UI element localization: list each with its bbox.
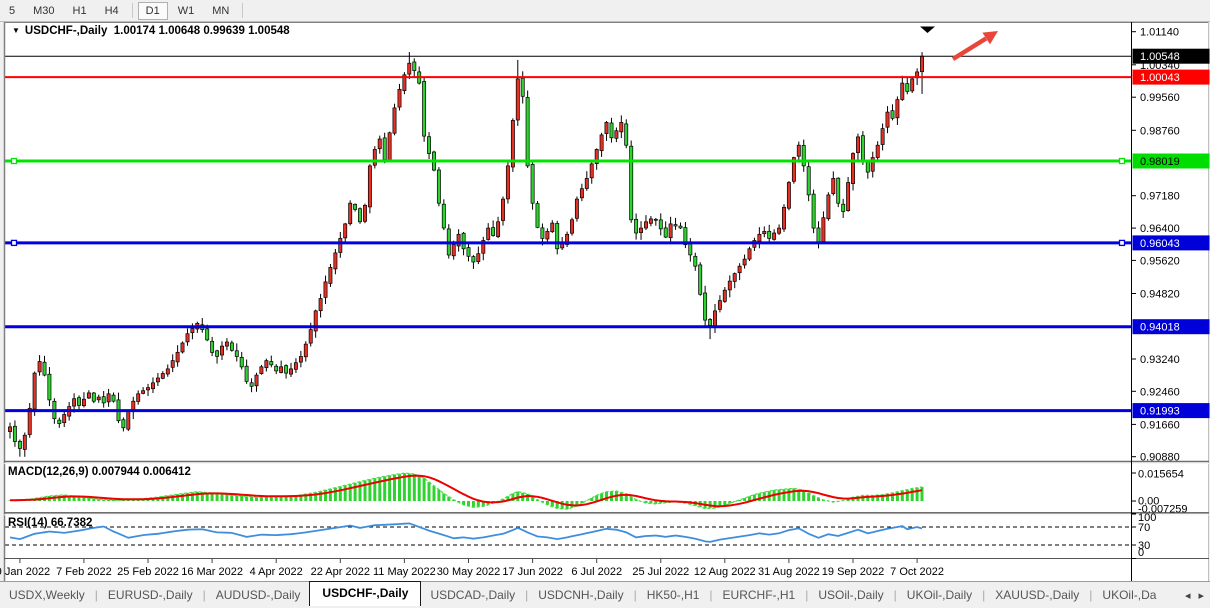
- chart-tab-bar: USDX,Weekly|EURUSD-,Daily|AUDUSD-,DailyU…: [0, 581, 1210, 608]
- chart-tab-usdx-weekly[interactable]: USDX,Weekly: [0, 585, 94, 605]
- svg-text:1.00548: 1.00548: [1140, 51, 1180, 63]
- toolbar-separator: [242, 3, 243, 18]
- svg-text:0.96400: 0.96400: [1140, 223, 1180, 235]
- svg-text:16 Mar 2022: 16 Mar 2022: [181, 566, 243, 578]
- svg-text:0.015654: 0.015654: [1138, 469, 1184, 481]
- svg-text:19 Sep 2022: 19 Sep 2022: [822, 566, 884, 578]
- svg-text:0.98760: 0.98760: [1140, 125, 1180, 137]
- svg-text:1.00043: 1.00043: [1140, 72, 1180, 84]
- timeframe-button-w1[interactable]: W1: [170, 2, 203, 20]
- chart-tab-usdcnh-daily[interactable]: USDCNH-,Daily: [529, 585, 632, 605]
- tabs-scroll-left-icon[interactable]: ◂: [1185, 589, 1191, 602]
- svg-text:0.92460: 0.92460: [1140, 386, 1180, 398]
- toolbar-separator: [132, 3, 133, 18]
- chart-tab-ukoil-da[interactable]: UKOil-,Da: [1093, 585, 1165, 605]
- timeframe-button-h4[interactable]: H4: [97, 2, 127, 20]
- ohlc-high: 1.00648: [159, 25, 201, 37]
- chart-tab-usdchf-daily[interactable]: USDCHF-,Daily: [309, 581, 421, 606]
- chart-tab-xauusd-daily[interactable]: XAUUSD-,Daily: [986, 585, 1088, 605]
- chart-tab-eurusd-daily[interactable]: EURUSD-,Daily: [99, 585, 202, 605]
- timeframe-button-m30[interactable]: M30: [25, 2, 62, 20]
- svg-text:0.93240: 0.93240: [1140, 354, 1180, 366]
- timeframe-button-mn[interactable]: MN: [204, 2, 237, 20]
- svg-text:0.95620: 0.95620: [1140, 255, 1180, 267]
- chart-tab-usoil-daily[interactable]: USOil-,Daily: [809, 585, 892, 605]
- svg-text:6 Jul 2022: 6 Jul 2022: [571, 566, 622, 578]
- svg-text:0.94018: 0.94018: [1140, 322, 1180, 334]
- svg-text:31 Aug 2022: 31 Aug 2022: [758, 566, 820, 578]
- svg-text:0.94820: 0.94820: [1140, 289, 1180, 301]
- chart-title: ▼ USDCHF-,Daily 1.00174 1.00648 0.99639 1…: [12, 25, 290, 37]
- svg-text:11 May 2022: 11 May 2022: [373, 566, 436, 578]
- macd-indicator-label: MACD(12,26,9) 0.007944 0.006412: [8, 466, 191, 478]
- chart-tab-eurchf-h1[interactable]: EURCHF-,H1: [714, 585, 805, 605]
- svg-text:0: 0: [1138, 547, 1144, 559]
- chart-area[interactable]: 1.011401.003400.995600.987600.971800.964…: [0, 21, 1210, 581]
- svg-text:0.99560: 0.99560: [1140, 92, 1180, 104]
- svg-text:25 Feb 2022: 25 Feb 2022: [117, 566, 179, 578]
- svg-text:7 Feb 2022: 7 Feb 2022: [56, 566, 112, 578]
- timeframe-button-d1[interactable]: D1: [138, 2, 168, 20]
- collapse-chart-icon[interactable]: ▼: [12, 26, 20, 35]
- svg-text:7 Oct 2022: 7 Oct 2022: [890, 566, 944, 578]
- timeframe-button-h1[interactable]: H1: [65, 2, 95, 20]
- svg-text:0.98019: 0.98019: [1140, 156, 1180, 168]
- svg-text:0.91993: 0.91993: [1140, 406, 1180, 418]
- hline-handle-icon[interactable]: [1120, 240, 1125, 245]
- ohlc-open: 1.00174: [114, 25, 156, 37]
- timeframe-toolbar: 5M30H1H4 D1W1MN: [0, 0, 1210, 22]
- hline-handle-icon[interactable]: [12, 240, 17, 245]
- svg-text:0.96043: 0.96043: [1140, 238, 1180, 250]
- chart-tab-usdcad-daily[interactable]: USDCAD-,Daily: [421, 585, 524, 605]
- chart-symbol-label: USDCHF-,Daily: [25, 25, 107, 37]
- svg-text:25 Jul 2022: 25 Jul 2022: [632, 566, 689, 578]
- hline-handle-icon[interactable]: [1120, 159, 1125, 164]
- chart-tab-audusd-daily[interactable]: AUDUSD-,Daily: [207, 585, 310, 605]
- chart-tab-ukoil-daily[interactable]: UKOil-,Daily: [898, 585, 981, 605]
- svg-text:4 Apr 2022: 4 Apr 2022: [250, 566, 303, 578]
- svg-text:0.97180: 0.97180: [1140, 191, 1180, 203]
- ohlc-low: 0.99639: [203, 25, 245, 37]
- rsi-indicator-label: RSI(14) 66.7382: [8, 517, 92, 529]
- svg-text:1.01140: 1.01140: [1140, 27, 1179, 39]
- svg-text:0.91660: 0.91660: [1140, 419, 1180, 431]
- ohlc-close: 1.00548: [248, 25, 290, 37]
- svg-text:12 Aug 2022: 12 Aug 2022: [694, 566, 756, 578]
- svg-text:22 Apr 2022: 22 Apr 2022: [311, 566, 370, 578]
- chart-tab-hk50-h1[interactable]: HK50-,H1: [638, 585, 709, 605]
- svg-text:30 May 2022: 30 May 2022: [437, 566, 501, 578]
- timeframe-button-5[interactable]: 5: [1, 2, 23, 20]
- svg-text:70: 70: [1138, 522, 1150, 534]
- svg-text:17 Jun 2022: 17 Jun 2022: [502, 566, 563, 578]
- svg-text:19 Jan 2022: 19 Jan 2022: [0, 566, 50, 578]
- svg-text:0.90880: 0.90880: [1140, 452, 1180, 464]
- tabs-scroll-right-icon[interactable]: ▸: [1198, 589, 1204, 602]
- hline-handle-icon[interactable]: [12, 159, 17, 164]
